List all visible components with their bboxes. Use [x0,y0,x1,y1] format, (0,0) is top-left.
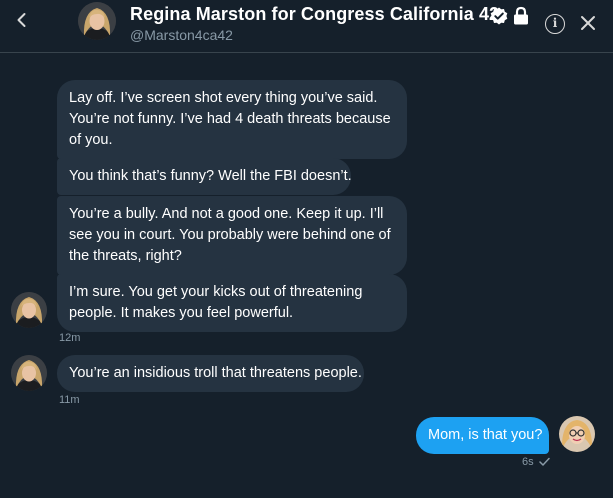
sender-avatar[interactable] [11,292,47,328]
message-bubble-incoming[interactable]: You’re an insidious troll that threatens… [57,355,364,392]
my-avatar[interactable] [559,416,595,452]
conversation-header: Regina Marston for Congress California 4… [0,0,613,53]
check-icon [538,457,550,466]
close-button[interactable] [578,13,598,33]
info-icon: i [552,16,558,30]
conversation-handle: @Marston4ca42 [130,27,233,43]
message-timestamp: 6s [522,456,534,468]
info-button[interactable]: i [545,14,565,34]
header-avatar[interactable] [78,2,116,40]
message-timestamp: 11m [59,394,80,406]
message-timestamp: 12m [59,332,81,344]
message-bubble-incoming[interactable]: Lay off. I’ve screen shot every thing yo… [57,80,407,159]
close-icon [581,16,595,30]
outgoing-status: 6s [522,456,550,468]
message-bubble-incoming[interactable]: You’re a bully. And not a good one. Keep… [57,196,407,275]
message-bubble-outgoing[interactable]: Mom, is that you? [416,417,549,454]
message-bubble-incoming[interactable]: You think that’s funny? Well the FBI doe… [57,158,352,195]
sender-avatar[interactable] [11,355,47,391]
verified-badge-icon [490,7,508,25]
lock-icon [514,6,528,25]
conversation-name[interactable]: Regina Marston for Congress California 4… [130,4,499,25]
message-bubble-incoming[interactable]: I’m sure. You get your kicks out of thre… [57,274,407,332]
header-badges [489,6,530,26]
back-button[interactable] [12,10,32,30]
arrow-left-icon [17,13,26,27]
